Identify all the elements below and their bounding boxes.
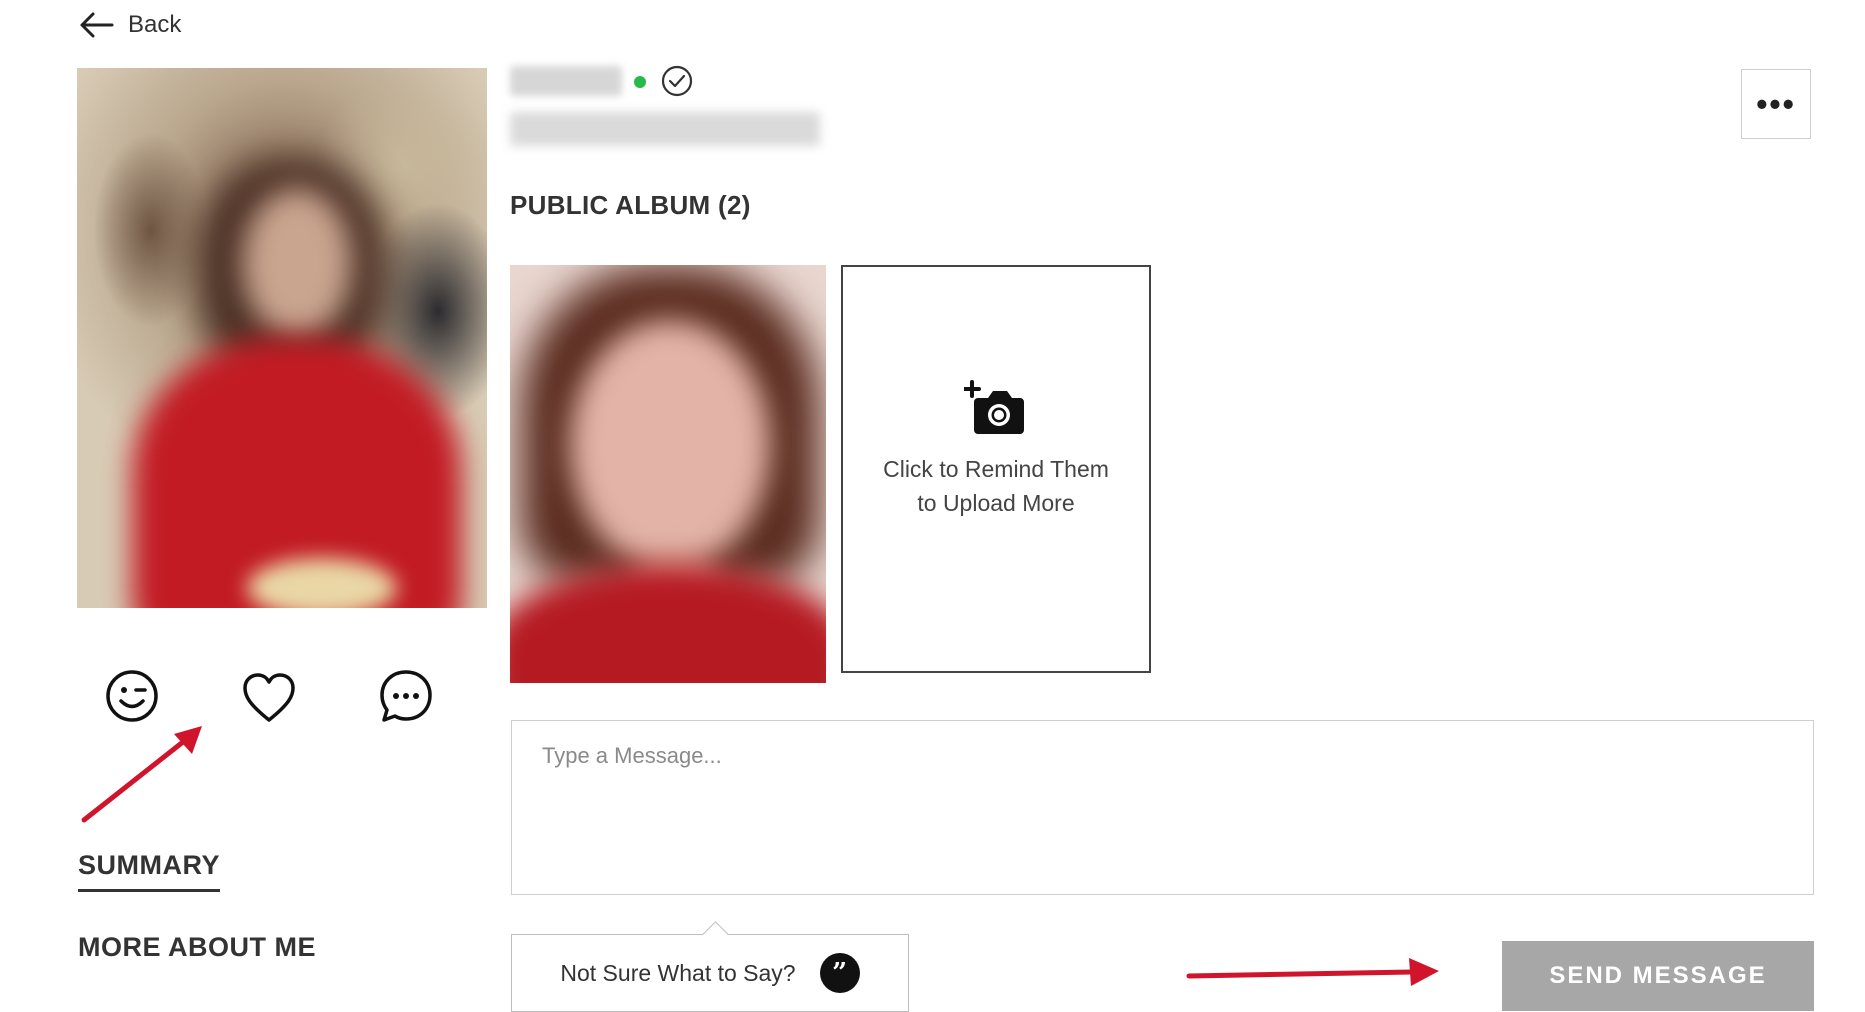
verified-check-icon bbox=[661, 65, 693, 97]
quote-icon: ” bbox=[819, 953, 860, 993]
remind-upload-tile[interactable]: Click to Remind Them to Upload More bbox=[841, 265, 1151, 673]
chat-button[interactable] bbox=[376, 666, 436, 726]
tab-more-about-me[interactable]: MORE ABOUT ME bbox=[78, 932, 316, 963]
heart-icon bbox=[243, 673, 295, 722]
suggest-label: Not Sure What to Say? bbox=[560, 959, 796, 986]
upload-reminder-line2: to Upload More bbox=[917, 490, 1075, 516]
like-button[interactable] bbox=[239, 668, 299, 728]
profile-photo[interactable] bbox=[77, 68, 487, 608]
arrow-left-icon bbox=[80, 12, 114, 38]
album-title: PUBLIC ALBUM (2) bbox=[510, 190, 751, 220]
more-options-icon: ••• bbox=[1756, 85, 1796, 122]
back-label: Back bbox=[128, 11, 182, 38]
wink-icon bbox=[106, 670, 158, 722]
wink-button[interactable] bbox=[102, 666, 162, 726]
annotation-arrow-send bbox=[1186, 958, 1439, 986]
annotation-arrow-like bbox=[81, 726, 202, 823]
profile-name-redacted bbox=[510, 66, 622, 96]
chat-icon bbox=[380, 670, 432, 722]
add-camera-icon bbox=[964, 380, 1024, 434]
tab-summary[interactable]: SUMMARY bbox=[78, 850, 220, 892]
profile-details-redacted bbox=[510, 112, 820, 146]
message-input[interactable] bbox=[511, 720, 1814, 895]
online-status-dot bbox=[634, 76, 646, 88]
send-message-button[interactable]: SEND MESSAGE bbox=[1502, 941, 1814, 1011]
more-options-button[interactable]: ••• bbox=[1741, 69, 1811, 139]
upload-reminder-line1: Click to Remind Them bbox=[883, 456, 1109, 482]
suggest-message-button[interactable]: Not Sure What to Say? ” bbox=[511, 934, 909, 1012]
album-photo[interactable] bbox=[510, 265, 826, 683]
back-button[interactable]: Back bbox=[78, 10, 181, 40]
